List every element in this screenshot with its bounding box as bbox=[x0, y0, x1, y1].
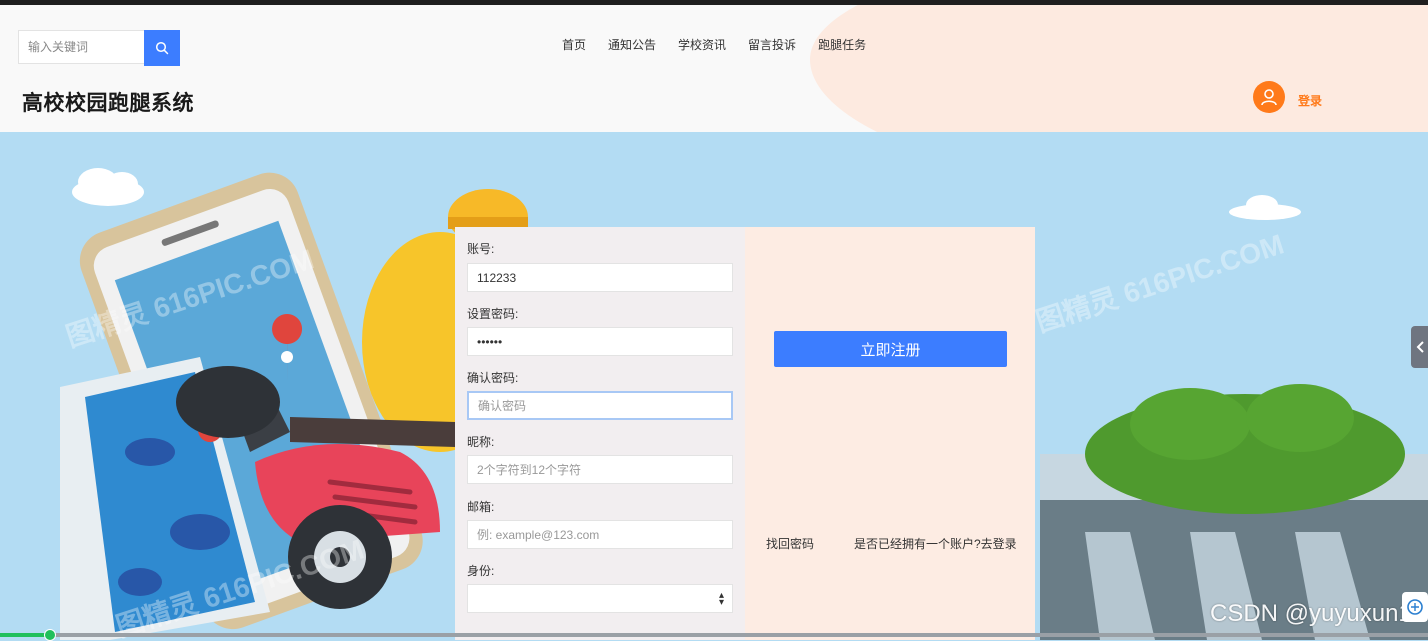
csdn-watermark: CSDN @yuyuxun1 bbox=[1210, 600, 1412, 627]
main-nav: 首页 通知公告 学校资讯 留言投诉 跑腿任务 bbox=[562, 36, 866, 53]
password-input[interactable] bbox=[467, 327, 733, 356]
chevron-left-icon bbox=[1416, 341, 1424, 353]
search-icon bbox=[155, 41, 169, 55]
register-form: 账号: 设置密码: 确认密码: 昵称: 邮箱: 身份: ▴▾ bbox=[455, 227, 745, 640]
nav-item-news[interactable]: 学校资讯 bbox=[678, 36, 726, 53]
confirm-password-label: 确认密码: bbox=[467, 371, 519, 385]
email-label: 邮箱: bbox=[467, 500, 495, 514]
side-panel-toggle[interactable] bbox=[1411, 326, 1428, 368]
search-button[interactable] bbox=[144, 30, 180, 66]
video-progress-bar[interactable] bbox=[0, 629, 1428, 641]
header-decoration bbox=[810, 5, 1428, 132]
nav-item-tasks[interactable]: 跑腿任务 bbox=[818, 36, 866, 53]
select-arrows-icon: ▴ ▾ bbox=[718, 590, 724, 608]
video-progress-fill bbox=[0, 633, 50, 637]
nav-item-notices[interactable]: 通知公告 bbox=[608, 36, 656, 53]
role-select[interactable]: ▴ ▾ bbox=[467, 584, 733, 613]
site-title: 高校校园跑腿系统 bbox=[22, 92, 194, 115]
register-actions: 立即注册 找回密码 是否已经拥有一个账户?去登录 bbox=[745, 227, 1035, 640]
account-input[interactable] bbox=[467, 263, 733, 292]
nickname-input[interactable] bbox=[467, 455, 733, 484]
account-label: 账号: bbox=[467, 242, 495, 256]
nav-item-feedback[interactable]: 留言投诉 bbox=[748, 36, 796, 53]
email-input[interactable] bbox=[467, 520, 733, 549]
video-progress-knob[interactable] bbox=[43, 629, 56, 641]
banner-watermark-right: 图精灵 616PIC.COM bbox=[1032, 228, 1287, 337]
login-link[interactable]: 登录 bbox=[1298, 92, 1322, 109]
corner-widget[interactable] bbox=[1402, 592, 1428, 622]
search-box bbox=[18, 30, 180, 66]
password-label: 设置密码: bbox=[467, 307, 519, 321]
go-login-link[interactable]: 是否已经拥有一个账户?去登录 bbox=[854, 535, 1017, 552]
confirm-password-input[interactable] bbox=[467, 391, 733, 420]
avatar[interactable] bbox=[1253, 81, 1285, 113]
register-button[interactable]: 立即注册 bbox=[774, 331, 1007, 367]
role-label: 身份: bbox=[467, 564, 495, 578]
search-input[interactable] bbox=[18, 30, 144, 64]
network-icon bbox=[1407, 599, 1423, 615]
forgot-password-link[interactable]: 找回密码 bbox=[766, 535, 814, 552]
nickname-label: 昵称: bbox=[467, 435, 495, 449]
nav-item-home[interactable]: 首页 bbox=[562, 36, 586, 53]
site-header: 首页 通知公告 学校资讯 留言投诉 跑腿任务 高校校园跑腿系统 登录 bbox=[0, 5, 1428, 132]
user-icon bbox=[1261, 89, 1277, 106]
